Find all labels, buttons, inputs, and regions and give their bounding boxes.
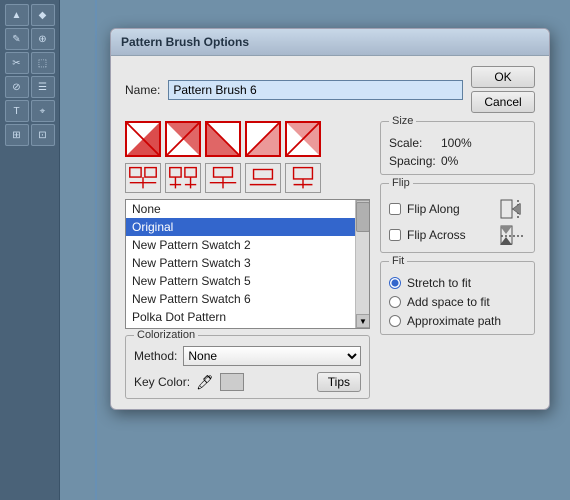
toolbar-icon-8[interactable]: ☰ [31, 76, 55, 98]
scale-label: Scale: [389, 136, 437, 150]
toolbar-icon-1[interactable]: ▲ [5, 4, 29, 26]
flip-along-checkbox[interactable] [389, 203, 401, 215]
pattern-list-item[interactable]: Original [126, 218, 355, 236]
name-label: Name: [125, 83, 160, 97]
subtile-icon-2[interactable] [165, 163, 201, 193]
method-select[interactable]: None Tints Tints and Shades Hue Shift [183, 346, 361, 366]
fit-section-label: Fit [389, 255, 407, 267]
fit-label-0: Stretch to fit [407, 276, 471, 290]
subtile-icon-1[interactable] [125, 163, 161, 193]
fit-label-1: Add space to fit [407, 295, 490, 309]
key-color-swatch[interactable] [220, 373, 244, 391]
spacing-label: Spacing: [389, 154, 437, 168]
name-input[interactable] [168, 80, 463, 100]
pattern-list-item[interactable]: Polka Dot Pattern [126, 308, 355, 326]
subtile-icon-5[interactable] [285, 163, 321, 193]
flip-along-icon [500, 198, 526, 220]
pattern-list-item[interactable]: None [126, 200, 355, 218]
subtile-icon-4[interactable] [245, 163, 281, 193]
pattern-list-item[interactable]: New Pattern Swatch 6 [126, 290, 355, 308]
tile-icon-1[interactable] [125, 121, 161, 157]
fit-radio-2[interactable] [389, 315, 401, 327]
subtile-icons-row [125, 163, 370, 193]
tile-icon-3[interactable] [205, 121, 241, 157]
eyedropper-icon[interactable]: 🖊 [196, 374, 214, 391]
spacing-value: 0% [441, 154, 458, 168]
dialog: Pattern Brush Options Name: OK Cancel [110, 28, 550, 410]
subtile-icon-3[interactable] [205, 163, 241, 193]
toolbar-icon-11[interactable]: ⊞ [5, 124, 29, 146]
tile-icon-5[interactable] [285, 121, 321, 157]
fit-radio-1[interactable] [389, 296, 401, 308]
toolbar-icon-12[interactable]: ⊡ [31, 124, 55, 146]
tile-icons-row [125, 121, 370, 157]
tile-icon-2[interactable] [165, 121, 201, 157]
toolbar-icon-7[interactable]: ⊘ [5, 76, 29, 98]
dialog-title: Pattern Brush Options [121, 35, 249, 49]
toolbar-icon-2[interactable]: ◆ [31, 4, 55, 26]
flip-along-label: Flip Along [407, 202, 460, 216]
pattern-scrollbar[interactable]: ▲ ▼ [355, 200, 369, 328]
tile-icon-4[interactable] [245, 121, 281, 157]
flip-across-icon [500, 224, 526, 246]
ok-button[interactable]: OK [471, 66, 535, 88]
scale-value: 100% [441, 136, 472, 150]
toolbar-icon-6[interactable]: ⬚ [31, 52, 55, 74]
toolbar-icon-3[interactable]: ✎ [5, 28, 29, 50]
dialog-titlebar: Pattern Brush Options [111, 29, 549, 56]
toolbar-icon-4[interactable]: ⊕ [31, 28, 55, 50]
key-color-label: Key Color: [134, 375, 190, 389]
colorization-section: Colorization Method: None Tints Tints an… [125, 335, 370, 399]
scroll-down-arrow[interactable]: ▼ [356, 314, 370, 328]
scroll-thumb[interactable] [356, 202, 370, 232]
colorization-label: Colorization [134, 329, 198, 341]
toolbar: ▲ ◆ ✎ ⊕ ✂ ⬚ ⊘ ☰ T ⌖ ⊞ ⊡ [0, 0, 60, 500]
flip-across-checkbox[interactable] [389, 229, 401, 241]
pattern-list-item[interactable]: New Pattern Swatch 2 [126, 236, 355, 254]
size-section-label: Size [389, 115, 416, 127]
toolbar-icon-5[interactable]: ✂ [5, 52, 29, 74]
size-section: Size Scale: 100% Spacing: 0% [380, 121, 535, 175]
pattern-list: NoneOriginalNew Pattern Swatch 2New Patt… [125, 199, 370, 329]
toolbar-icon-10[interactable]: ⌖ [31, 100, 55, 122]
method-label: Method: [134, 349, 177, 363]
pattern-list-item[interactable]: New Pattern Swatch 3 [126, 254, 355, 272]
cancel-button[interactable]: Cancel [471, 91, 535, 113]
pattern-list-item[interactable]: New Pattern Swatch 5 [126, 272, 355, 290]
flip-section: Flip Flip Along [380, 183, 535, 253]
fit-label-2: Approximate path [407, 314, 501, 328]
flip-across-label: Flip Across [407, 228, 466, 242]
fit-section: Fit Stretch to fitAdd space to fitApprox… [380, 261, 535, 335]
tips-button[interactable]: Tips [317, 372, 361, 392]
toolbar-icon-9[interactable]: T [5, 100, 29, 122]
flip-section-label: Flip [389, 177, 413, 189]
fit-radio-0[interactable] [389, 277, 401, 289]
